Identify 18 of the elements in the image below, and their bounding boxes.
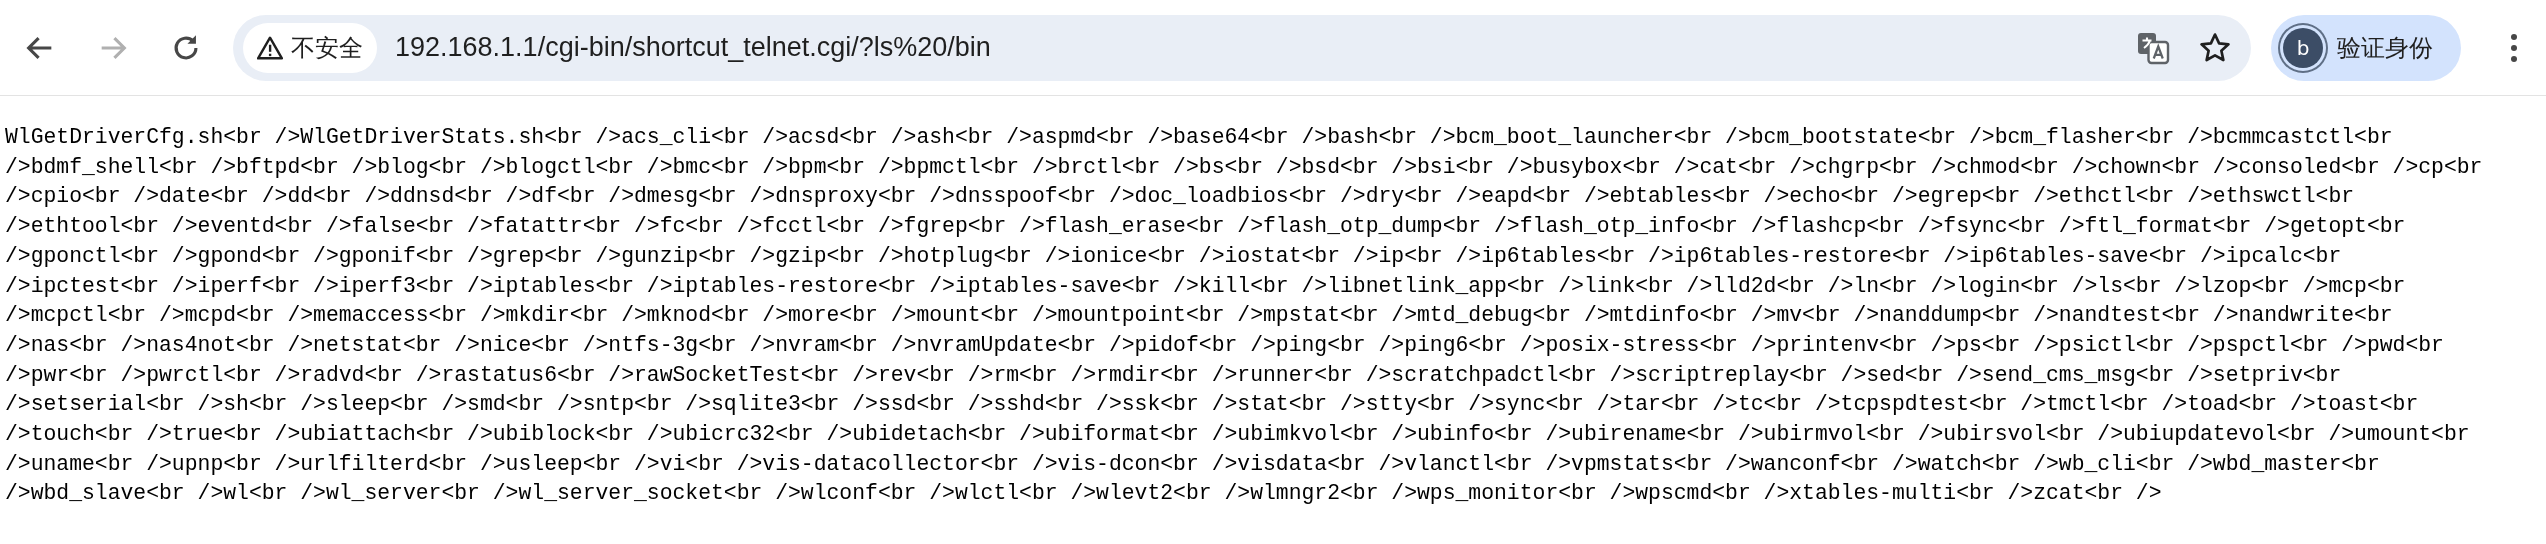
- text-line: />setserial<br />sh<br />sleep<br />smd<br />sntp<br />sqlite3<br />ssd<br />sshd<br />ssk<br />stat<br />stty<br />sync<br />tar<br />tc<br />tcpspdtest<br />tmctl<br />toad<br />toast<br: [5, 391, 2419, 419]
- text-line: />bdmf_shell<br />bftpd<br />blog<br />blogctl<br />bmc<br />bpm<br />bpmctl<br />brctl<br />bs<br />bsd<br />bsi<br />busybox<br />cat<br />chgrp<br />chmod<br />chown<br />consoled<br />cp<br: [5, 153, 2483, 181]
- text-line: />touch<br />true<br />ubiattach<br />ubiblock<br />ubicrc32<br />ubidetach<br />ubiformat<br />ubimkvol<br />ubinfo<br />ubirename<br />ubirmvol<br />ubirsvol<br />ubiupdatevol<br />umount<br: [5, 421, 2470, 449]
- text-line: WlGetDriverCfg.sh<br />WlGetDriverStats.sh<br />acs_cli<br />acsd<br />ash<br />aspmd<br />base64<br />bash<br />bcm_boot_launcher<br />bcm_bootstate<br />bcm_flasher<br />bcmmcastctl<br: [5, 124, 2393, 151]
- security-chip[interactable]: 不安全: [243, 22, 377, 73]
- text-line: />uname<br />upnp<br />urlfilterd<br />usleep<br />vi<br />vis-datacollector<br />vis-dcon<br />visdata<br />vlanctl<br />vpmstats<br />wanconf<br />watch<br />wb_cli<br />wbd_master<br: [5, 450, 2380, 478]
- profile-button[interactable]: b 验证身份: [2271, 14, 2461, 81]
- address-bar[interactable]: 不安全 192.168.1.1/cgi-bin/shortcut_telnet.cgi/?ls%20/bin: [233, 14, 2251, 81]
- text-line: />pwr<br />pwrctl<br />radvd<br />rastatus6<br />rawSocketTest<br />rev<br />rm<br />rmdir<br />runner<br />scratchpadctl<br />scriptreplay<br />sed<br />send_cms_msg<br />setpriv<br: [5, 361, 2342, 389]
- url-text: 192.168.1.1/cgi-bin/shortcut_telnet.cgi/?ls%20/bin: [395, 32, 992, 63]
- text-line: />wbd_slave<br />wl<br />wl_server<br />wl_server_socket<br />wlconf<br />wlctl<br />wlevt2<br />wlmngr2<br />wps_monitor<br />wpscmd<br />xtables-multi<br />zcat<br />: [5, 480, 2162, 508]
- text-line: />gponctl<br />gpond<br />gponif<br />grep<br />gunzip<br />gzip<br />hotplug<br />ionice<br />iostat<br />ip<br />ip6tables<br />ip6tables-restore<br />ip6tables-save<br />ipcalc<br: [5, 242, 2342, 270]
- warning-icon: [257, 35, 283, 60]
- text-line: />mcpctl<br />mcpd<br />memaccess<br />mkdir<br />mknod<br />more<br />mount<br />mountpoint<br />mpstat<br />mtd_debug<br />mtdinfo<br />mv<br />nanddump<br />nandtest<br />nandwrite<br: [5, 302, 2393, 330]
- text-line: />nas<br />nas4not<br />netstat<br />nice<br />ntfs-3g<br />nvram<br />nvramUpdate<br />pidof<br />ping<br />ping6<br />posix-stress<br />printenv<br />ps<br />psictl<br />pspctl<br />pwd<br: [5, 331, 2444, 359]
- text-line: />ethtool<br />eventd<br />false<br />fatattr<br />fc<br />fcctl<br />fgrep<br />flash_erase<br />flash_otp_dump<br />flash_otp_info<br />flashcp<br />fsync<br />ftl_format<br />getopt<br: [5, 213, 2406, 241]
- text-line: />ipctest<br />iperf<br />iperf3<br />iptables<br />iptables-restore<br />iptables-save<br />kill<br />libnetlink_app<br />link<br />lld2d<br />ln<br />login<br />ls<br />lzop<br />mcp<br: [5, 272, 2406, 300]
- text-line: />cpio<br />date<br />dd<br />ddnsd<br />df<br />dmesg<br />dnsproxy<br />dnsspoof<br />doc_loadbios<br />dry<br />eapd<br />ebtables<br />echo<br />egrep<br />ethctl<br />ethswctl<br: [5, 183, 2355, 211]
